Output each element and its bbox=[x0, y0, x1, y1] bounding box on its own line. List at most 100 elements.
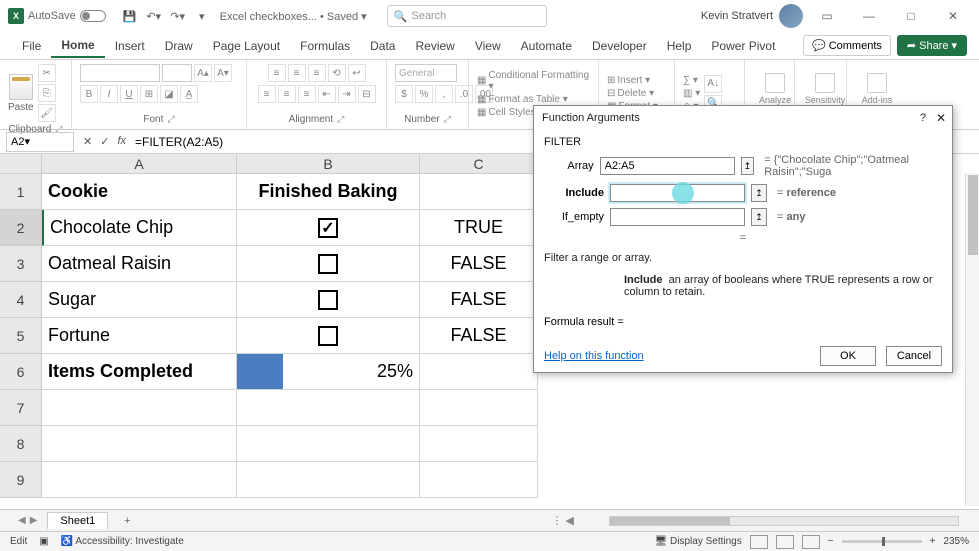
cell[interactable]: Oatmeal Raisin bbox=[42, 246, 237, 282]
font-color-button[interactable]: A̲ bbox=[180, 85, 198, 103]
display-settings[interactable]: 🖥 Display Settings bbox=[655, 536, 742, 547]
conditional-formatting-button[interactable]: ▦ Conditional Formatting ▾ bbox=[477, 70, 590, 92]
zoom-out-icon[interactable]: − bbox=[828, 536, 834, 547]
share-button[interactable]: ➦ Share ▾ bbox=[897, 35, 967, 56]
insert-cells-button[interactable]: ⊞Insert ▾ bbox=[607, 75, 658, 86]
cell[interactable] bbox=[420, 390, 538, 426]
tab-data[interactable]: Data bbox=[360, 35, 405, 57]
cell[interactable] bbox=[237, 246, 420, 282]
align-right-icon[interactable]: ≡ bbox=[298, 85, 316, 103]
close-button[interactable]: ✕ bbox=[935, 4, 971, 28]
page-break-view-icon[interactable] bbox=[802, 535, 820, 549]
wrap-text-button[interactable]: ↩ bbox=[348, 64, 366, 82]
align-center-icon[interactable]: ≡ bbox=[278, 85, 296, 103]
row-header[interactable]: 9 bbox=[0, 462, 42, 498]
search-box[interactable]: 🔍 Search bbox=[387, 5, 547, 27]
checkbox[interactable] bbox=[318, 326, 338, 346]
select-all-corner[interactable] bbox=[0, 154, 42, 174]
cell[interactable]: FALSE bbox=[420, 282, 538, 318]
increase-font-icon[interactable]: A▴ bbox=[194, 64, 212, 82]
cell[interactable] bbox=[420, 426, 538, 462]
zoom-in-icon[interactable]: + bbox=[930, 536, 936, 547]
cell[interactable]: Finished Baking bbox=[237, 174, 420, 210]
row-header[interactable]: 1 bbox=[0, 174, 42, 210]
row-header[interactable]: 5 bbox=[0, 318, 42, 354]
cell[interactable] bbox=[237, 390, 420, 426]
tab-page-layout[interactable]: Page Layout bbox=[203, 35, 290, 57]
paste-button[interactable]: Paste bbox=[8, 74, 34, 113]
cell[interactable] bbox=[420, 462, 538, 498]
number-launcher-icon[interactable]: ⤢ bbox=[444, 114, 451, 125]
toggle-off-icon[interactable] bbox=[80, 10, 106, 22]
bold-button[interactable]: B bbox=[80, 85, 98, 103]
align-top-icon[interactable]: ≡ bbox=[268, 64, 286, 82]
cell[interactable]: FALSE bbox=[420, 318, 538, 354]
merge-center-button[interactable]: ⊟ bbox=[358, 85, 376, 103]
checkbox[interactable] bbox=[318, 218, 338, 238]
font-launcher-icon[interactable]: ⤢ bbox=[167, 114, 174, 125]
fill-color-button[interactable]: ◪ bbox=[160, 85, 178, 103]
row-header[interactable]: 7 bbox=[0, 390, 42, 426]
orientation-icon[interactable]: ⟲ bbox=[328, 64, 346, 82]
tab-automate[interactable]: Automate bbox=[511, 35, 582, 57]
horizontal-scrollbar[interactable] bbox=[609, 515, 959, 527]
percent-icon[interactable]: % bbox=[415, 85, 433, 103]
cell[interactable]: Cookie bbox=[42, 174, 237, 210]
cell[interactable] bbox=[237, 426, 420, 462]
cell[interactable] bbox=[42, 426, 237, 462]
cell[interactable]: TRUE bbox=[420, 210, 538, 246]
cell[interactable] bbox=[420, 174, 538, 210]
border-button[interactable]: ⊞ bbox=[140, 85, 158, 103]
checkbox[interactable] bbox=[318, 254, 338, 274]
zoom-slider[interactable] bbox=[842, 540, 922, 543]
number-format-dropdown[interactable] bbox=[395, 64, 457, 82]
tab-power-pivot[interactable]: Power Pivot bbox=[701, 35, 785, 57]
minimize-button[interactable]: — bbox=[851, 4, 887, 28]
col-header-B[interactable]: B bbox=[237, 154, 420, 174]
tab-help[interactable]: Help bbox=[657, 35, 702, 57]
vertical-scrollbar[interactable] bbox=[965, 173, 979, 506]
tab-insert[interactable]: Insert bbox=[105, 35, 155, 57]
collapse-icon[interactable]: ↥ bbox=[751, 184, 767, 202]
user-name[interactable]: Kevin Stratvert bbox=[701, 10, 773, 22]
currency-icon[interactable]: $ bbox=[395, 85, 413, 103]
col-header-C[interactable]: C bbox=[420, 154, 538, 174]
copy-icon[interactable]: ⎘ bbox=[38, 84, 56, 102]
prev-sheet-icon[interactable]: ◀ bbox=[18, 515, 26, 526]
tab-draw[interactable]: Draw bbox=[155, 35, 203, 57]
cell[interactable] bbox=[42, 390, 237, 426]
italic-button[interactable]: I bbox=[100, 85, 118, 103]
redo-icon[interactable]: ↷▾ bbox=[170, 8, 186, 24]
decrease-indent-icon[interactable]: ⇤ bbox=[318, 85, 336, 103]
qat-dropdown-icon[interactable]: ▾ bbox=[194, 8, 210, 24]
tab-file[interactable]: File bbox=[12, 35, 51, 57]
align-left-icon[interactable]: ≡ bbox=[258, 85, 276, 103]
fx-icon[interactable]: fx bbox=[114, 135, 129, 148]
col-header-A[interactable]: A bbox=[42, 154, 237, 174]
cell[interactable]: 25% bbox=[237, 354, 420, 390]
save-icon[interactable]: 💾 bbox=[122, 8, 138, 24]
row-header[interactable]: 6 bbox=[0, 354, 42, 390]
tab-review[interactable]: Review bbox=[405, 35, 464, 57]
cell[interactable]: Fortune bbox=[42, 318, 237, 354]
macro-record-icon[interactable]: ▣ bbox=[39, 536, 48, 547]
format-painter-icon[interactable]: 🖌 bbox=[38, 104, 56, 122]
underline-button[interactable]: U bbox=[120, 85, 138, 103]
arg-input-array[interactable] bbox=[600, 157, 735, 175]
sheet-tab[interactable]: Sheet1 bbox=[47, 512, 108, 529]
autosum-button[interactable]: ∑ ▾ bbox=[683, 75, 700, 86]
row-header[interactable]: 3 bbox=[0, 246, 42, 282]
comma-icon[interactable]: , bbox=[435, 85, 453, 103]
formula-input[interactable]: =FILTER(A2:A5) bbox=[135, 135, 223, 149]
enter-formula-icon[interactable]: ✓ bbox=[97, 135, 112, 148]
collapse-icon[interactable]: ↥ bbox=[741, 157, 755, 175]
collapse-icon[interactable]: ↥ bbox=[751, 208, 767, 226]
sort-filter-icon[interactable]: A↓ bbox=[704, 75, 722, 93]
tab-home[interactable]: Home bbox=[51, 34, 104, 58]
delete-cells-button[interactable]: ⊟Delete ▾ bbox=[607, 88, 658, 99]
page-layout-view-icon[interactable] bbox=[776, 535, 794, 549]
normal-view-icon[interactable] bbox=[750, 535, 768, 549]
tab-developer[interactable]: Developer bbox=[582, 35, 657, 57]
next-sheet-icon[interactable]: ▶ bbox=[30, 515, 38, 526]
add-sheet-icon[interactable]: + bbox=[118, 512, 136, 530]
